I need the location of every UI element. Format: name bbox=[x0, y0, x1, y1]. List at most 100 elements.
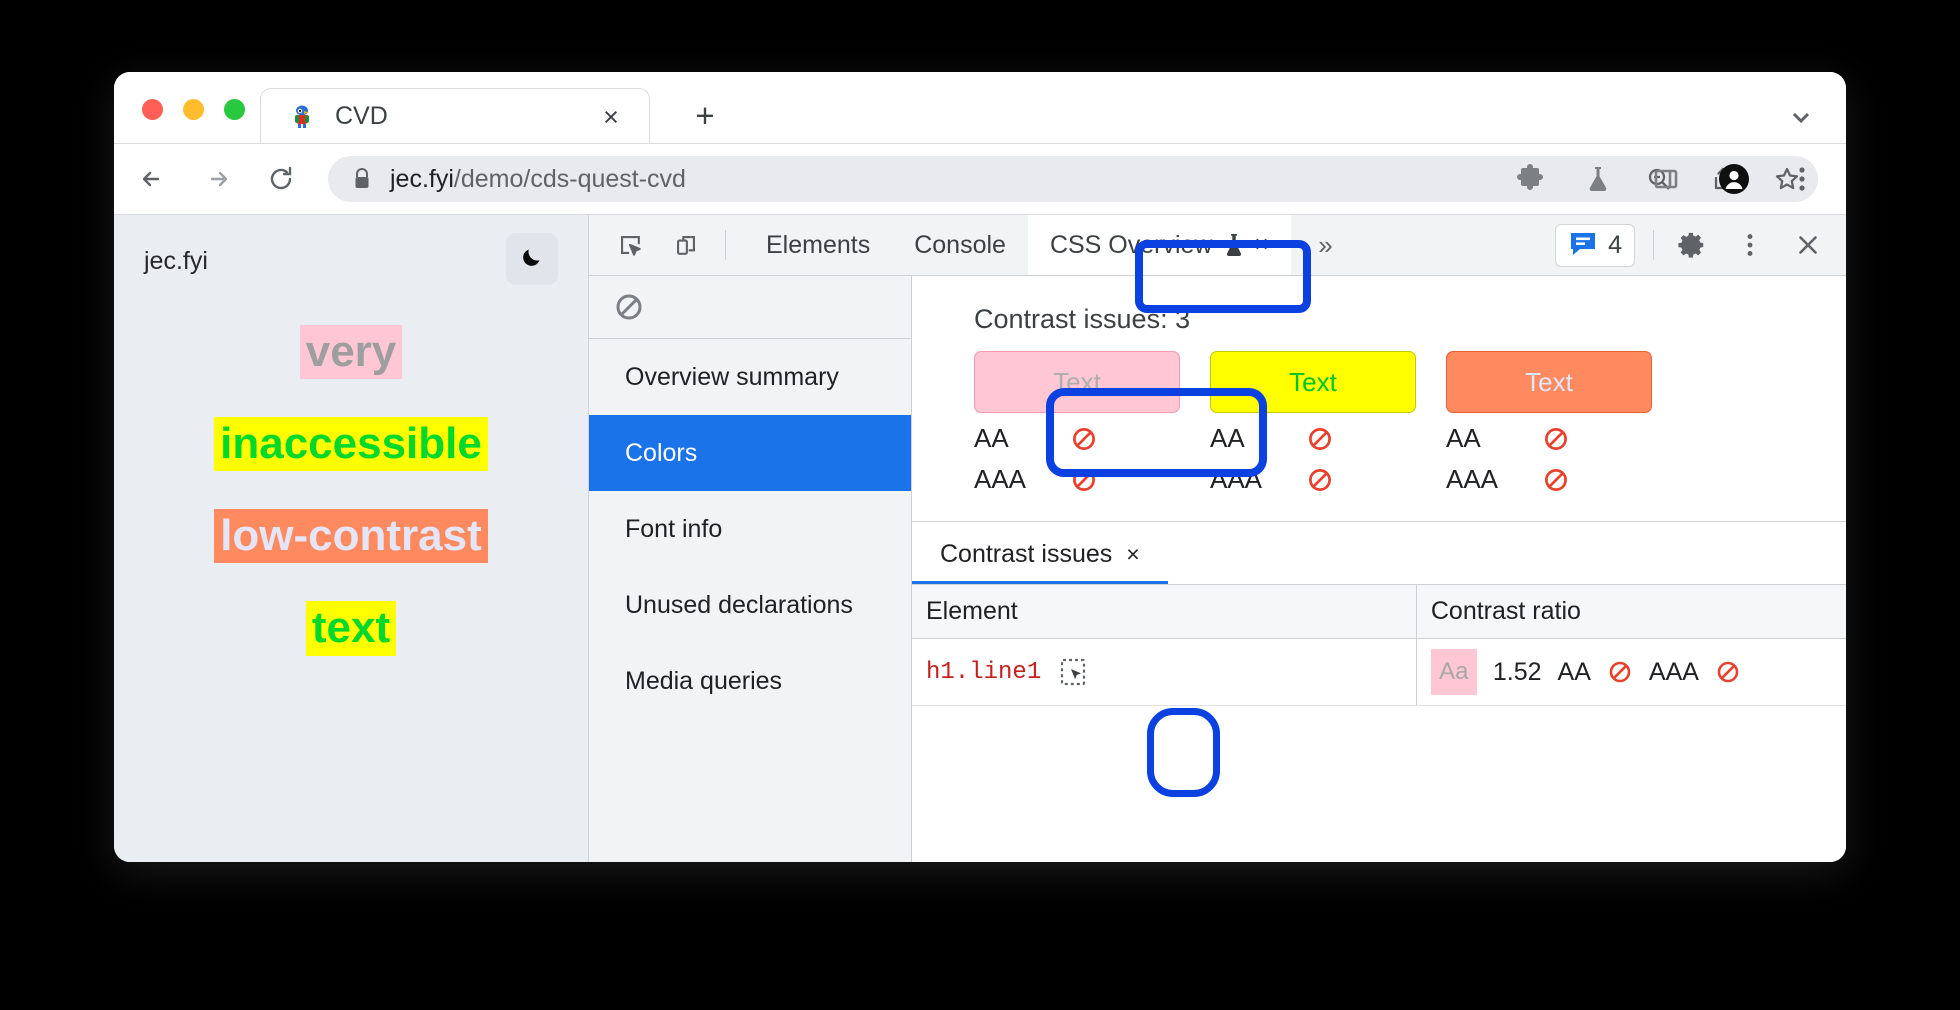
contrast-ratio-value: 1.52 bbox=[1492, 657, 1542, 686]
select-element-icon[interactable] bbox=[1057, 656, 1089, 688]
page-line: inaccessible bbox=[114, 417, 588, 472]
aaa-result-row: AAA bbox=[1446, 464, 1652, 495]
devtools-panel: Elements Console CSS Overview × » 4 Over… bbox=[589, 215, 1846, 862]
fail-icon bbox=[1542, 466, 1570, 494]
extensions-puzzle-icon[interactable] bbox=[1514, 163, 1546, 195]
tab-elements-label: Elements bbox=[766, 230, 871, 259]
element-selector[interactable]: h1.line1 bbox=[926, 659, 1041, 686]
drawer-tab-bar: Contrast issues × bbox=[912, 522, 1846, 585]
contrast-swatch-row: Text AA AAA Text AA AAA Text AA AAA bbox=[974, 351, 1846, 495]
tab-contrast-issues[interactable]: Contrast issues × bbox=[912, 540, 1168, 584]
aaa-label: AAA bbox=[1648, 657, 1699, 686]
web-page-viewport: jec.fyi very inaccessible low-contrast t… bbox=[114, 215, 589, 862]
column-header-contrast-ratio[interactable]: Contrast ratio bbox=[1416, 585, 1846, 639]
tab-close-button[interactable]: × bbox=[597, 103, 625, 131]
tab-css-overview-close[interactable]: × bbox=[1255, 231, 1269, 259]
sidebar-item-colors[interactable]: Colors bbox=[589, 415, 911, 491]
arrow-left-icon[interactable] bbox=[136, 162, 170, 196]
contrast-swatch-card: Text AA AAA bbox=[1446, 351, 1652, 495]
parrot-favicon bbox=[289, 104, 315, 130]
aaa-result-row: AAA bbox=[974, 464, 1180, 495]
sidebar-item-font-info[interactable]: Font info bbox=[589, 491, 911, 567]
aaa-result-row: AAA bbox=[1210, 464, 1416, 495]
contrast-swatch-preview[interactable]: Text bbox=[974, 351, 1180, 413]
contrast-ratio-content: Aa 1.52 AA AAA bbox=[1430, 649, 1846, 695]
contrast-swatch-text: Text bbox=[1525, 366, 1573, 397]
fail-icon bbox=[1607, 659, 1633, 685]
browser-toolbar: jec.fyi/demo/cds-quest-cvd bbox=[114, 144, 1846, 215]
sidebar-item-unused-declarations[interactable]: Unused declarations bbox=[589, 567, 911, 643]
side-panel-icon[interactable] bbox=[1650, 163, 1682, 195]
aaa-label: AAA bbox=[1446, 464, 1499, 494]
issues-bubble-icon bbox=[1568, 229, 1598, 262]
contrast-issues-section: Contrast issues: 3 Text AA AAA Text AA A… bbox=[912, 276, 1846, 522]
theme-toggle-button[interactable] bbox=[506, 233, 558, 285]
contrast-issues-table: Element Contrast ratio h1.line1 Aa 1.52 … bbox=[912, 585, 1846, 706]
page-line-text: text bbox=[305, 601, 397, 656]
fail-icon bbox=[1715, 659, 1741, 685]
page-line: low-contrast bbox=[114, 509, 588, 564]
flask-icon bbox=[1223, 232, 1245, 258]
contrast-swatch-card: Text AA AAA bbox=[1210, 351, 1416, 495]
page-line: text bbox=[114, 601, 588, 656]
fail-icon bbox=[1070, 466, 1098, 494]
table-header-row: Element Contrast ratio bbox=[912, 585, 1846, 639]
aa-label: AA bbox=[974, 423, 1009, 453]
contrast-swatch-preview[interactable]: Text bbox=[1210, 351, 1416, 413]
fail-icon bbox=[1070, 425, 1098, 453]
fail-icon bbox=[1306, 425, 1334, 453]
issues-counter-button[interactable]: 4 bbox=[1555, 223, 1635, 267]
cell-element: h1.line1 bbox=[912, 638, 1417, 706]
close-icon[interactable] bbox=[1792, 229, 1824, 261]
device-toolbar-icon[interactable] bbox=[669, 228, 703, 262]
more-tabs-button[interactable]: » bbox=[1309, 228, 1343, 262]
devtools-toolbar: Elements Console CSS Overview × » 4 bbox=[589, 215, 1846, 276]
table-row[interactable]: h1.line1 Aa 1.52 AA AAA bbox=[912, 638, 1846, 706]
flask-icon[interactable] bbox=[1582, 163, 1614, 195]
tab-strip: CVD × + bbox=[114, 72, 1846, 144]
tab-css-overview[interactable]: CSS Overview × bbox=[1027, 215, 1291, 275]
column-header-element[interactable]: Element bbox=[912, 585, 1417, 639]
sidebar-item-overview-summary[interactable]: Overview summary bbox=[589, 339, 911, 415]
contrast-swatch-preview[interactable]: Text bbox=[1446, 351, 1652, 413]
no-entry-icon[interactable] bbox=[613, 291, 645, 323]
aa-label: AA bbox=[1210, 423, 1245, 453]
devtools-toolbar-right: 4 bbox=[1555, 215, 1824, 275]
url-path: /demo/cds-quest-cvd bbox=[453, 164, 686, 193]
tab-elements[interactable]: Elements bbox=[744, 215, 892, 275]
tab-console-label: Console bbox=[914, 230, 1006, 259]
contrast-swatch-card: Text AA AAA bbox=[974, 351, 1180, 495]
maximize-window-button[interactable] bbox=[224, 99, 245, 120]
css-overview-sidebar: Overview summary Colors Font info Unused… bbox=[589, 276, 912, 862]
tab-console[interactable]: Console bbox=[892, 215, 1028, 275]
contrast-issues-drawer: Contrast issues × Element Contrast ratio bbox=[912, 522, 1846, 862]
profile-avatar-icon[interactable] bbox=[1718, 163, 1750, 195]
toolbar-divider bbox=[1653, 230, 1654, 260]
page-line-text: low-contrast bbox=[214, 509, 488, 564]
chevron-down-icon[interactable] bbox=[1786, 102, 1816, 132]
browser-tab[interactable]: CVD × bbox=[260, 88, 650, 144]
tab-title: CVD bbox=[335, 102, 388, 130]
sidebar-item-label: Font info bbox=[625, 514, 723, 543]
window-traffic-lights bbox=[142, 99, 245, 120]
color-swatch: Aa bbox=[1430, 649, 1477, 695]
aa-result-row: AA bbox=[1210, 423, 1416, 454]
address-bar-url: jec.fyi/demo/cds-quest-cvd bbox=[390, 165, 686, 194]
aaa-label: AAA bbox=[1210, 464, 1263, 494]
page-line-text: very bbox=[299, 325, 403, 380]
issues-count: 4 bbox=[1608, 230, 1622, 259]
window-content: jec.fyi very inaccessible low-contrast t… bbox=[114, 215, 1846, 862]
more-vertical-icon[interactable] bbox=[1734, 229, 1766, 261]
close-window-button[interactable] bbox=[142, 99, 163, 120]
reload-icon[interactable] bbox=[264, 162, 298, 196]
aa-result-row: AA bbox=[1446, 423, 1652, 454]
gear-icon[interactable] bbox=[1676, 229, 1708, 261]
chrome-menu-icon[interactable] bbox=[1786, 163, 1818, 195]
arrow-right-icon[interactable] bbox=[200, 162, 234, 196]
new-tab-button[interactable]: + bbox=[688, 99, 722, 134]
inspect-element-icon[interactable] bbox=[613, 228, 647, 262]
minimize-window-button[interactable] bbox=[183, 99, 204, 120]
sidebar-item-media-queries[interactable]: Media queries bbox=[589, 643, 911, 719]
tab-contrast-issues-close[interactable]: × bbox=[1126, 541, 1139, 568]
page-line: very bbox=[114, 325, 588, 380]
